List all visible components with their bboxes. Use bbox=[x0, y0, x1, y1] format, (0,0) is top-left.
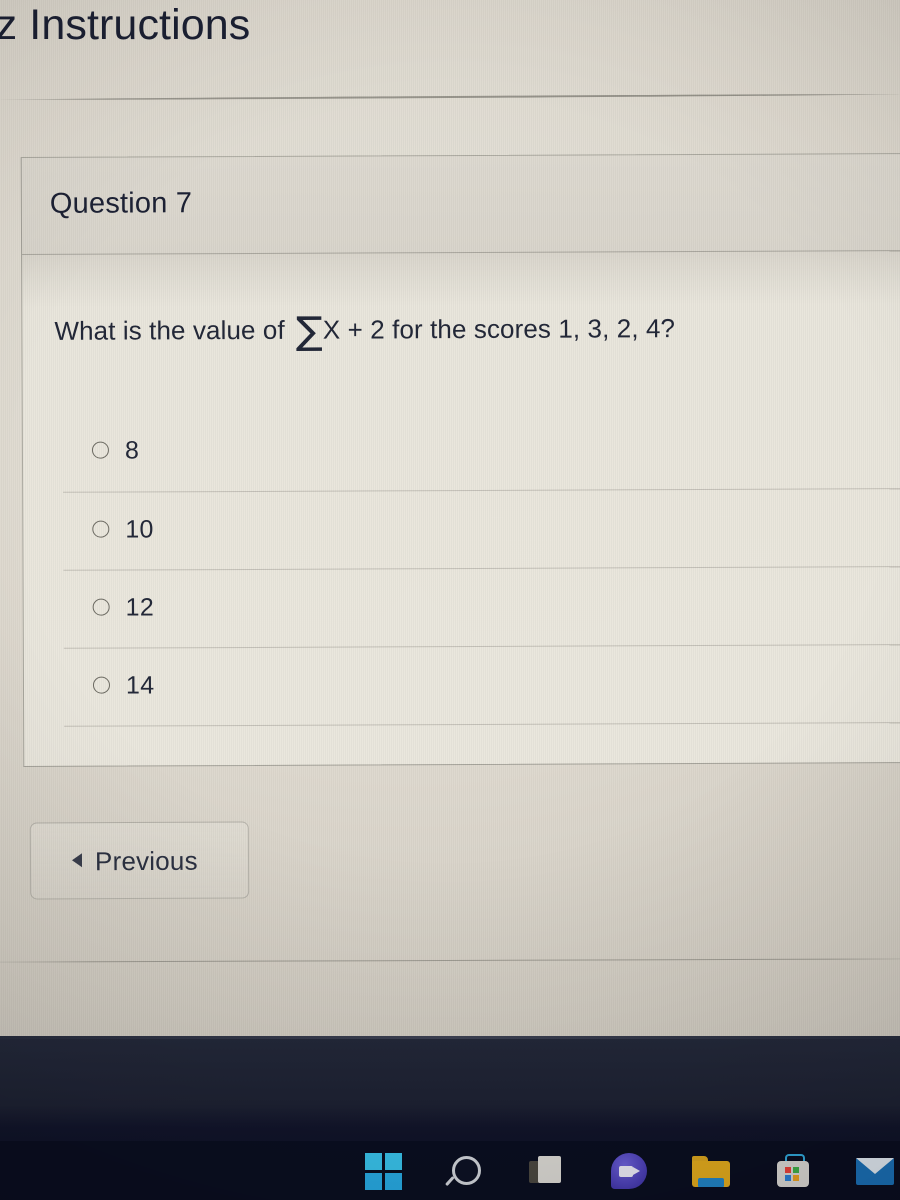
question-prompt: What is the value of ∑X + 2 for the scor… bbox=[54, 308, 894, 353]
question-prompt-suffix: X + 2 for the scores 1, 3, 2, 4? bbox=[322, 313, 676, 345]
previous-arrow-icon bbox=[71, 853, 83, 868]
chat-bubble-camera-icon bbox=[611, 1153, 647, 1189]
page-footer-divider bbox=[0, 958, 900, 963]
question-number-label: Question 7 bbox=[49, 187, 193, 220]
envelope-icon bbox=[856, 1157, 894, 1185]
windows-logo-icon bbox=[364, 1152, 402, 1190]
answer-option-label: 10 bbox=[125, 515, 154, 544]
windows-stack-icon bbox=[529, 1156, 565, 1186]
previous-button-label: Previous bbox=[94, 845, 198, 877]
folder-icon bbox=[692, 1155, 730, 1187]
radio-button-icon[interactable] bbox=[92, 676, 111, 694]
answer-option-label: 12 bbox=[125, 593, 155, 622]
header-divider bbox=[0, 93, 900, 101]
question-card: Question 7 What is the value of ∑X + 2 f… bbox=[20, 153, 900, 767]
task-view-icon[interactable] bbox=[526, 1150, 568, 1192]
answer-option-label: 14 bbox=[125, 671, 155, 700]
page-title: iz Instructions bbox=[0, 1, 251, 49]
taskbar-icon-group bbox=[362, 1146, 896, 1196]
chat-icon[interactable] bbox=[608, 1150, 650, 1192]
windows-taskbar bbox=[0, 1141, 900, 1200]
magnifier-icon bbox=[445, 1154, 482, 1188]
answer-option-row[interactable]: 12 bbox=[63, 566, 900, 648]
answer-option-row[interactable]: 14 bbox=[63, 644, 900, 726]
previous-button[interactable]: Previous bbox=[29, 821, 250, 900]
answer-option-row[interactable]: 10 bbox=[63, 488, 900, 570]
radio-button-icon[interactable] bbox=[91, 441, 109, 459]
question-card-header: Question 7 bbox=[21, 154, 900, 255]
quiz-page: iz Instructions Question 7 What is the v… bbox=[0, 0, 900, 1036]
start-icon[interactable] bbox=[362, 1150, 404, 1192]
mail-icon[interactable] bbox=[854, 1150, 896, 1192]
answer-options-list: 8 10 12 14 bbox=[63, 410, 900, 726]
desktop-background bbox=[0, 1036, 900, 1200]
screen-photo: iz Instructions Question 7 What is the v… bbox=[0, 0, 900, 1200]
question-prompt-prefix: What is the value of bbox=[54, 314, 293, 346]
file-explorer-icon[interactable] bbox=[690, 1150, 732, 1192]
answer-option-row[interactable]: 8 bbox=[63, 410, 900, 492]
search-icon[interactable] bbox=[444, 1150, 486, 1192]
microsoft-store-icon[interactable] bbox=[772, 1150, 814, 1192]
radio-button-icon[interactable] bbox=[92, 520, 110, 538]
shopping-bag-icon bbox=[776, 1154, 810, 1188]
radio-button-icon[interactable] bbox=[92, 598, 110, 616]
answer-option-label: 8 bbox=[124, 436, 140, 465]
